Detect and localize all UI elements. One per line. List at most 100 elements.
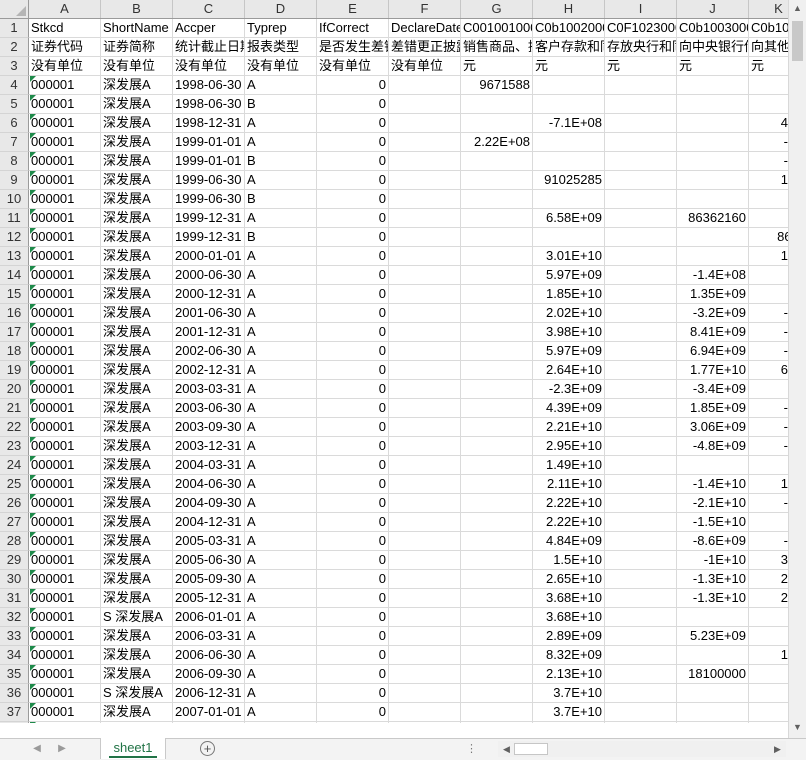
cell-f33[interactable] [389, 627, 461, 646]
horizontal-scrollbar[interactable]: ◀ ▶ [498, 741, 786, 757]
cell-b3[interactable]: 没有单位 [101, 57, 173, 76]
row-header[interactable]: 29 [0, 551, 29, 570]
cell-k14[interactable] [749, 266, 788, 285]
cell-f19[interactable] [389, 361, 461, 380]
cell-j37[interactable] [677, 703, 749, 722]
cell-i23[interactable] [605, 437, 677, 456]
cell-h18[interactable]: 5.97E+09 [533, 342, 605, 361]
cell-d23[interactable]: A [245, 437, 317, 456]
cell-g37[interactable] [461, 703, 533, 722]
cell-f10[interactable] [389, 190, 461, 209]
cell-j17[interactable]: 8.41E+09 [677, 323, 749, 342]
cell-e22[interactable]: 0 [317, 418, 389, 437]
row-header[interactable]: 33 [0, 627, 29, 646]
cell-h36[interactable]: 3.7E+10 [533, 684, 605, 703]
cell-i36[interactable] [605, 684, 677, 703]
cell-h35[interactable]: 2.13E+10 [533, 665, 605, 684]
cell-k29[interactable]: 3.63 [749, 551, 788, 570]
cell-i31[interactable] [605, 589, 677, 608]
cell-e32[interactable]: 0 [317, 608, 389, 627]
column-header-h[interactable]: H [533, 0, 605, 18]
cell-h20[interactable]: -2.3E+09 [533, 380, 605, 399]
cell-f28[interactable] [389, 532, 461, 551]
cell-h34[interactable]: 8.32E+09 [533, 646, 605, 665]
cell-b14[interactable]: 深发展A [101, 266, 173, 285]
cell-c30[interactable]: 2005-09-30 [173, 570, 245, 589]
cell-a33[interactable]: 000001 [29, 627, 101, 646]
cell-i26[interactable] [605, 494, 677, 513]
cell-g17[interactable] [461, 323, 533, 342]
cell-a17[interactable]: 000001 [29, 323, 101, 342]
cell-a31[interactable]: 000001 [29, 589, 101, 608]
cell-d28[interactable]: A [245, 532, 317, 551]
cell-d2[interactable]: 报表类型 [245, 38, 317, 57]
cell-k3[interactable]: 元 [749, 57, 788, 76]
cell-c2[interactable]: 统计截止日期 [173, 38, 245, 57]
cell-d22[interactable]: A [245, 418, 317, 437]
cell-i15[interactable] [605, 285, 677, 304]
cell-j23[interactable]: -4.8E+09 [677, 437, 749, 456]
cell-i16[interactable] [605, 304, 677, 323]
row-header[interactable]: 5 [0, 95, 29, 114]
cell-b17[interactable]: 深发展A [101, 323, 173, 342]
cell-i20[interactable] [605, 380, 677, 399]
cell-e37[interactable]: 0 [317, 703, 389, 722]
cell-a1[interactable]: Stkcd [29, 19, 101, 38]
cell-h11[interactable]: 6.58E+09 [533, 209, 605, 228]
cell-j14[interactable]: -1.4E+08 [677, 266, 749, 285]
cell-f20[interactable] [389, 380, 461, 399]
cell-j16[interactable]: -3.2E+09 [677, 304, 749, 323]
cell-g13[interactable] [461, 247, 533, 266]
cell-c12[interactable]: 1999-12-31 [173, 228, 245, 247]
row-header[interactable]: 2 [0, 38, 29, 57]
row-header[interactable]: 32 [0, 608, 29, 627]
cell-k27[interactable]: -4 [749, 513, 788, 532]
row-header[interactable]: 21 [0, 399, 29, 418]
cell-k24[interactable] [749, 456, 788, 475]
row-header[interactable]: 13 [0, 247, 29, 266]
row-header[interactable]: 3 [0, 57, 29, 76]
cell-e21[interactable]: 0 [317, 399, 389, 418]
column-header-c[interactable]: C [173, 0, 245, 18]
cell-e18[interactable]: 0 [317, 342, 389, 361]
cell-a30[interactable]: 000001 [29, 570, 101, 589]
cell-c16[interactable]: 2001-06-30 [173, 304, 245, 323]
cell-j15[interactable]: 1.35E+09 [677, 285, 749, 304]
cell-j30[interactable]: -1.3E+10 [677, 570, 749, 589]
vertical-scrollbar[interactable]: ▲ ▼ [788, 0, 806, 738]
cell-d8[interactable]: B [245, 152, 317, 171]
cell-b29[interactable]: 深发展A [101, 551, 173, 570]
cell-f8[interactable] [389, 152, 461, 171]
cell-e26[interactable]: 0 [317, 494, 389, 513]
cell-f38[interactable] [389, 722, 461, 723]
cell-c27[interactable]: 2004-12-31 [173, 513, 245, 532]
column-header-i[interactable]: I [605, 0, 677, 18]
cell-c21[interactable]: 2003-06-30 [173, 399, 245, 418]
row-header[interactable]: 7 [0, 133, 29, 152]
cell-e28[interactable]: 0 [317, 532, 389, 551]
cell-e34[interactable]: 0 [317, 646, 389, 665]
cell-h19[interactable]: 2.64E+10 [533, 361, 605, 380]
cell-i12[interactable] [605, 228, 677, 247]
cell-k28[interactable]: -2.7 [749, 532, 788, 551]
cell-i7[interactable] [605, 133, 677, 152]
cell-k36[interactable] [749, 684, 788, 703]
cell-d30[interactable]: A [245, 570, 317, 589]
cell-j27[interactable]: -1.5E+10 [677, 513, 749, 532]
cell-k34[interactable]: 1.64 [749, 646, 788, 665]
cell-e38[interactable]: 0 [317, 722, 389, 723]
cell-b2[interactable]: 证券简称 [101, 38, 173, 57]
cell-h26[interactable]: 2.22E+10 [533, 494, 605, 513]
cell-c9[interactable]: 1999-06-30 [173, 171, 245, 190]
cell-i1[interactable]: C0F1023000000 [605, 19, 677, 38]
cell-i22[interactable] [605, 418, 677, 437]
cell-a26[interactable]: 000001 [29, 494, 101, 513]
cell-j3[interactable]: 元 [677, 57, 749, 76]
cell-d19[interactable]: A [245, 361, 317, 380]
column-header-d[interactable]: D [245, 0, 317, 18]
cell-k38[interactable] [749, 722, 788, 723]
cell-e10[interactable]: 0 [317, 190, 389, 209]
cell-a29[interactable]: 000001 [29, 551, 101, 570]
cell-f9[interactable] [389, 171, 461, 190]
cell-c15[interactable]: 2000-12-31 [173, 285, 245, 304]
